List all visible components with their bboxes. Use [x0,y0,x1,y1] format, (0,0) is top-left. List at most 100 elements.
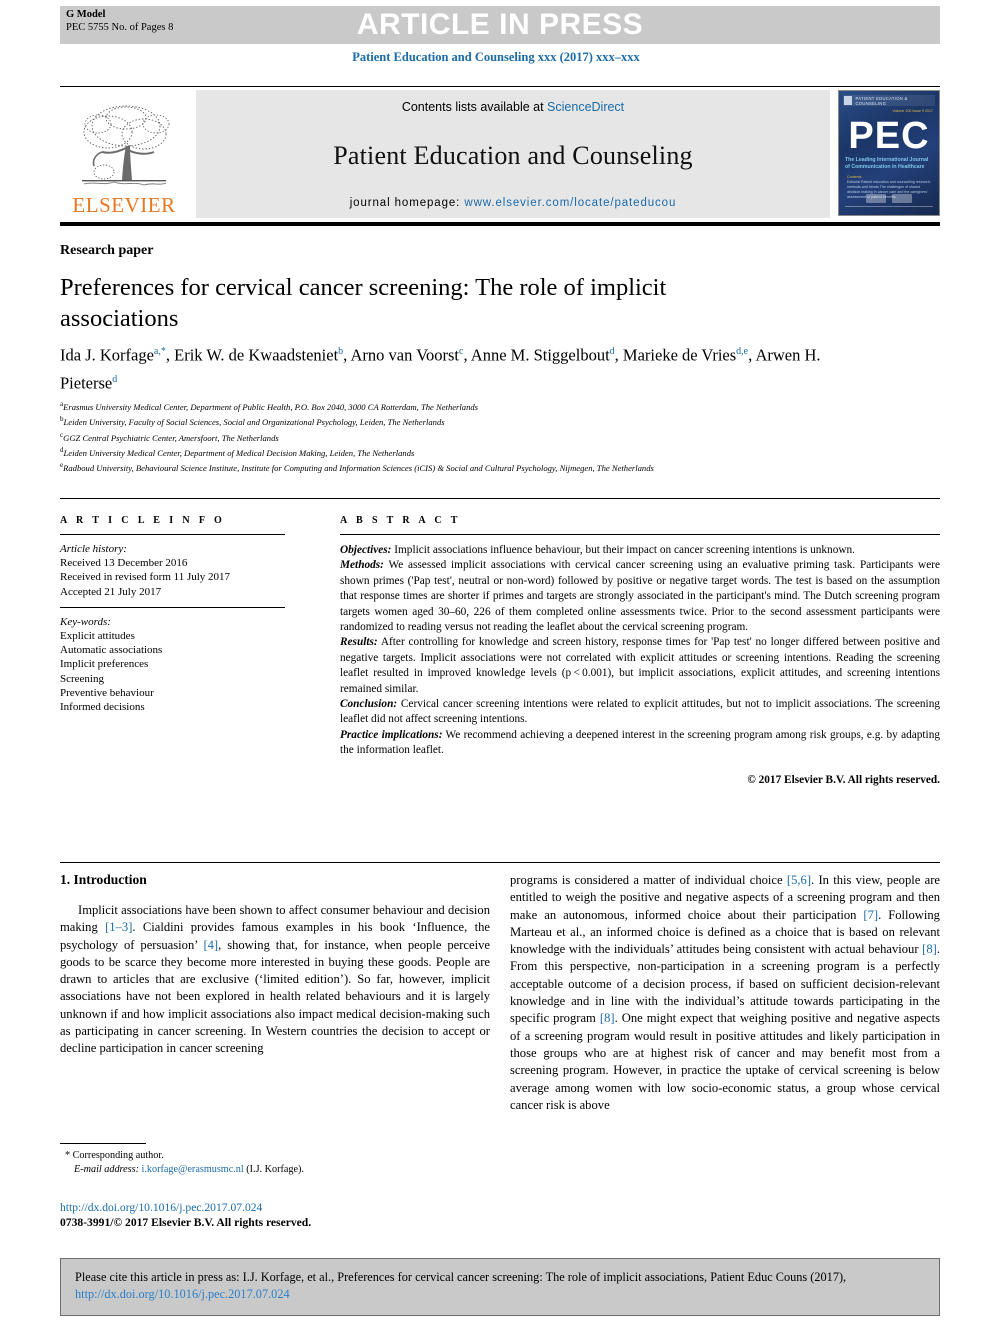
elsevier-wordmark: ELSEVIER [72,193,176,217]
journal-homepage-line: journal homepage: www.elsevier.com/locat… [350,197,677,209]
author-affil-marker: d [112,373,118,385]
affiliation-text: GGZ Central Psychiatric Center, Amersfoo… [63,432,279,443]
keywords-rule [60,606,285,608]
cover-tagline: The Leading International Journal of Com… [845,157,929,170]
citation-ref[interactable]: [5,6] [787,873,811,887]
issn-copyright-line: 0738-3991/© 2017 Elsevier B.V. All right… [60,1216,312,1229]
affiliation-item: cGGZ Central Psychiatric Center, Amersfo… [60,429,940,444]
article-history-item: Received 13 December 2016 [60,557,188,570]
keyword-item: Preventive behaviour [60,686,154,699]
journal-masthead: ELSEVIER Contents lists available at Sci… [60,86,940,218]
abstract-section-label: Practice implications: [340,728,443,741]
citation-ref[interactable]: [8] [600,1011,615,1025]
citation-ref[interactable]: [8] [922,942,937,956]
cite-text: Please cite this article in press as: I.… [75,1270,847,1284]
g-model-label: G Model [66,9,106,20]
affiliation-item: aErasmus University Medical Center, Depa… [60,398,940,413]
author-name: Ida J. Korfage [60,345,154,365]
abstract-section-label: Objectives: [340,544,392,556]
contents-list-line: Contents lists available at ScienceDirec… [402,100,624,114]
affiliation-list: aErasmus University Medical Center, Depa… [60,398,940,474]
keyword-item: Automatic associations [60,644,163,657]
abstract-section: Methods: We assessed implicit associatio… [340,558,940,635]
affiliation-item: bLeiden University, Faculty of Social Sc… [60,413,940,428]
article-history-item: Accepted 21 July 2017 [60,585,162,598]
doi-block: http://dx.doi.org/10.1016/j.pec.2017.07.… [60,1200,490,1230]
email-link[interactable]: i.korfage@erasmusmc.nl [142,1164,244,1175]
abstract-section: Results: After controlling for knowledge… [340,635,940,697]
body-column-right: programs is considered a matter of indiv… [510,872,940,1114]
keywords-label: Key-words: [60,615,111,628]
citation-ref[interactable]: [4] [203,938,218,952]
journal-running-head: Patient Education and Counseling xxx (20… [352,50,640,64]
keyword-item: Screening [60,672,104,685]
abstract-section-text: We assessed implicit associations with c… [340,559,940,634]
article-history-item: Received in revised form 11 July 2017 [60,571,231,584]
abstract-section-text: After controlling for knowledge and scre… [340,636,940,695]
author-name: Arno van Voorst [350,345,459,365]
abstract-section-label: Conclusion: [340,698,398,711]
author-affil-marker: a,* [153,346,166,357]
email-line: E-mail address: i.korfage@erasmusmc.nl (… [60,1163,490,1177]
affiliation-item: dLeiden University Medical Center, Depar… [60,444,940,459]
corresponding-author-line: * Corresponding author. [60,1149,490,1163]
elsevier-logo: ELSEVIER [60,90,188,218]
sciencedirect-link[interactable]: ScienceDirect [547,100,624,114]
abstract-body: Objectives: Implicit associations influe… [340,543,940,788]
corresponding-author-text: Corresponding author. [72,1150,164,1162]
body-column-left: Implicit associations have been shown to… [60,902,490,1058]
article-info-rule [60,534,285,535]
footnote-rule [60,1143,146,1145]
citation-ref[interactable]: [1–3] [105,920,132,934]
journal-homepage-link[interactable]: www.elsevier.com/locate/pateducou [464,197,676,209]
copyright-line: © 2017 Elsevier B.V. All rights reserved… [747,773,940,786]
cover-top-bar: PATIENT EDUCATION & COUNSELING [843,95,935,106]
abstract-heading: A B S T R A C T [340,515,461,526]
article-in-press-banner: G Model PEC 5755 No. of Pages 8 ARTICLE … [60,6,940,44]
footnote-marker: * [65,1150,71,1162]
abstract-rule [340,534,940,535]
author-list: Ida J. Korfagea,*, Erik W. de Kwaadsteni… [60,345,821,393]
elsevier-tree-icon [68,102,180,194]
cover-logo-square [844,96,853,105]
affiliation-text: Radboud University, Behavioural Science … [63,462,654,473]
homepage-prefix: journal homepage: [349,197,465,209]
article-info-column: A R T I C L E I N F O Article history: R… [60,515,285,714]
author-affil-marker: c [459,346,464,357]
contents-prefix: Contents lists available at [401,100,548,114]
keyword-item: Implicit preferences [60,658,149,671]
keywords-block: Key-words: Explicit attitudes Automatic … [60,615,285,714]
affiliation-text: Leiden University Medical Center, Depart… [63,447,415,458]
journal-title: Patient Education and Counseling [333,140,693,170]
cite-this-article-box: Please cite this article in press as: I.… [60,1258,940,1316]
citation-ref[interactable]: [7] [863,908,878,922]
cover-issue-line: Volume 100 Issue 9 2017 [892,109,933,113]
body-paragraph: Implicit associations have been shown to… [60,903,490,1056]
article-in-press-text: ARTICLE IN PRESS [356,8,644,41]
body-paragraph: programs is considered a matter of indiv… [510,873,940,1112]
cover-badges [839,194,939,203]
author-name: Marieke de Vries [622,345,737,365]
cover-badge-right [892,194,912,203]
author-affil-marker: d [609,346,615,357]
abstract-bottom-rule [60,862,940,863]
manuscript-id-block: G Model PEC 5755 No. of Pages 8 [66,9,173,34]
abstract-section-text: Implicit associations influence behaviou… [391,544,855,556]
abstract-column: A B S T R A C T Objectives: Implicit ass… [340,515,940,788]
cover-acronym: PEC [848,115,930,157]
masthead-center-panel: Contents lists available at ScienceDirec… [196,90,830,218]
section-heading-introduction: 1. Introduction [60,872,147,887]
abstract-section-text: Cervical cancer screening intentions wer… [340,698,940,726]
info-section-top-rule [60,498,940,499]
manuscript-id: PEC 5755 No. of Pages 8 [66,21,174,33]
abstract-section: Conclusion: Cervical cancer screening in… [340,697,940,728]
cite-doi-link[interactable]: http://dx.doi.org/10.1016/j.pec.2017.07.… [75,1287,290,1301]
cover-footer-rule [845,206,933,213]
author-name: Erik W. de Kwaadsteniet [174,345,339,365]
doi-link[interactable]: http://dx.doi.org/10.1016/j.pec.2017.07.… [60,1200,490,1215]
article-history-block: Article history: Received 13 December 20… [60,542,285,599]
affiliation-text: Erasmus University Medical Center, Depar… [63,401,479,412]
article-info-heading: A R T I C L E I N F O [60,515,226,526]
journal-cover-thumbnail: PATIENT EDUCATION & COUNSELING Volume 10… [838,90,940,216]
masthead-bottom-rule [60,222,940,226]
